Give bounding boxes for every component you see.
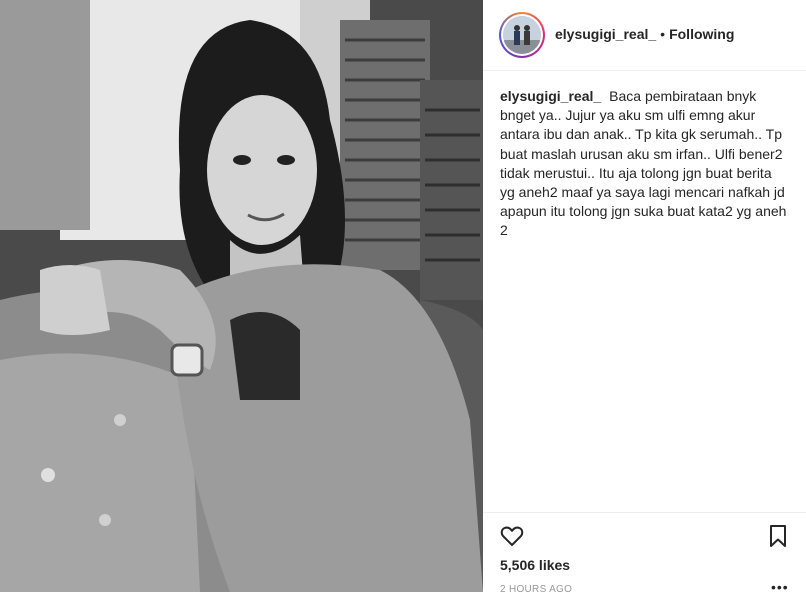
avatar-image bbox=[503, 16, 541, 54]
actions-bar: 5,506 likes 2 HOURS AGO ••• bbox=[483, 512, 806, 595]
caption-username-link[interactable]: elysugigi_real_ bbox=[500, 88, 601, 104]
caption-text: Baca pembirataan bnyk bnget ya.. Jujur y… bbox=[500, 88, 787, 239]
avatar[interactable] bbox=[499, 12, 545, 58]
post-panel: elysugigi_real_ • Following elysugigi_real… bbox=[483, 0, 806, 595]
header-text: elysugigi_real_ • Following bbox=[555, 26, 734, 42]
heart-outline-icon[interactable] bbox=[499, 523, 525, 549]
post-header: elysugigi_real_ • Following bbox=[483, 0, 806, 71]
more-options-icon[interactable]: ••• bbox=[771, 579, 789, 595]
portrait-photo bbox=[0, 0, 483, 592]
separator-dot: • bbox=[660, 26, 666, 42]
likes-count[interactable]: 5,506 likes bbox=[500, 557, 570, 573]
post-photo[interactable] bbox=[0, 0, 483, 592]
following-button[interactable]: Following bbox=[669, 26, 734, 42]
post-timestamp[interactable]: 2 HOURS AGO bbox=[500, 584, 572, 595]
username-link[interactable]: elysugigi_real_ bbox=[555, 26, 656, 42]
caption: elysugigi_real_ Baca pembirataan bnyk bng… bbox=[500, 87, 790, 241]
avatar-border bbox=[501, 14, 543, 56]
bookmark-outline-icon[interactable] bbox=[765, 523, 791, 549]
